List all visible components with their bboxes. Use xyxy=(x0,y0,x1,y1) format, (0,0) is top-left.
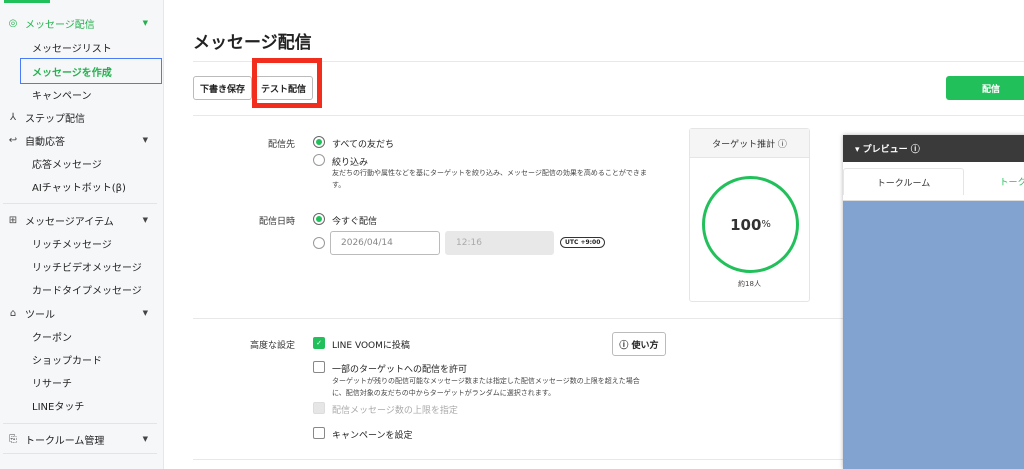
sidebar-item-reply-message[interactable]: 応答メッセージ xyxy=(0,152,162,174)
sidebar-item-step[interactable]: ⅄ ステップ配信 xyxy=(0,106,162,128)
label: リサーチ xyxy=(32,378,72,390)
reply-icon: ↩ xyxy=(8,134,18,146)
advanced-label: 高度な設定 xyxy=(249,341,295,351)
label: リッチメッセージ xyxy=(32,239,112,251)
label: クーポン xyxy=(32,332,72,344)
label: メッセージリスト xyxy=(32,43,112,55)
label: メッセージを作成 xyxy=(32,67,112,79)
label: カードタイプメッセージ xyxy=(32,285,142,297)
date-input[interactable]: 2026/04/14 xyxy=(330,231,440,255)
sidebar-item-rich-video[interactable]: リッチビデオメッセージ xyxy=(0,255,162,277)
preview-panel: ▾ プレビュー ⓘ トークルーム トーク xyxy=(843,135,1024,469)
chevron-down-icon: ▼ xyxy=(142,136,148,144)
sidebar-item-card-type[interactable]: カードタイプメッセージ xyxy=(0,278,162,300)
highlight-box xyxy=(252,58,322,108)
store-icon: ⌂ xyxy=(9,307,17,319)
sidebar-item-line-touch[interactable]: LINEタッチ xyxy=(0,394,162,416)
chevron-down-icon: ▼ xyxy=(142,309,148,317)
label: ツール xyxy=(25,309,55,321)
step-icon: ⅄ xyxy=(9,111,17,123)
label: AIチャットボット(β) xyxy=(32,182,126,194)
label: 自動応答 xyxy=(25,136,65,148)
partial-delivery-desc-cont: に、配信対象の友だちの中からターゲットがランダムに選択されます。 xyxy=(332,389,556,397)
sidebar-item-message-broadcast[interactable]: ◎ メッセージ配信 ▼ xyxy=(0,12,162,34)
label: ステップ配信 xyxy=(25,113,85,125)
label: メッセージアイテム xyxy=(25,216,114,228)
sidebar-item-rich-message[interactable]: リッチメッセージ xyxy=(0,232,162,254)
filter-description: 友だちの行動や属性などを基にターゲットを絞り込み、メッセージ配信の効果を高めるこ… xyxy=(332,169,647,177)
sidebar-item-auto-reply[interactable]: ↩ 自動応答 ▼ xyxy=(0,129,162,151)
label: メッセージ配信 xyxy=(25,19,95,31)
howto-button[interactable]: ⓘ 使い方 xyxy=(612,332,666,356)
sidebar: ◎ メッセージ配信 ▼ メッセージリスト メッセージを作成 キャンペーン ⅄ ステップ… xyxy=(0,0,164,469)
sidebar-item-create-message[interactable]: メッセージを作成 xyxy=(20,58,162,84)
chevron-down-icon: ▼ xyxy=(142,435,148,443)
active-indicator xyxy=(4,0,50,3)
target-count: 約18人 xyxy=(738,280,761,288)
divider xyxy=(193,318,843,319)
sidebar-item-research[interactable]: リサーチ xyxy=(0,371,162,393)
preview-tabs: トークルーム トーク xyxy=(843,162,1024,201)
tab-talk-list[interactable]: トーク xyxy=(973,168,1024,195)
sidebar-item-message-list[interactable]: メッセージリスト xyxy=(0,36,162,58)
sidebar-item-ai-chatbot[interactable]: AIチャットボット(β) xyxy=(0,175,162,197)
target-percent: 100 xyxy=(730,215,762,234)
partial-delivery-checkbox[interactable] xyxy=(313,361,325,373)
divider xyxy=(3,423,157,424)
target-estimate-card: ターゲット推計 ⓘ 100% 約18人 xyxy=(689,128,810,302)
sidebar-item-message-items[interactable]: ⊞ メッセージアイテム ▼ xyxy=(0,209,162,231)
limit-checkbox[interactable] xyxy=(313,402,325,414)
recipient-label: 配信先 xyxy=(267,140,295,150)
chevron-down-icon: ▼ xyxy=(142,19,148,27)
main-content: メッセージ配信 下書き保存 テスト配信 配信 配信先 すべての友だち 絞り込み … xyxy=(165,0,1024,469)
save-draft-button[interactable]: 下書き保存 xyxy=(193,76,252,100)
label: リッチビデオメッセージ xyxy=(32,262,142,274)
radio-scheduled[interactable] xyxy=(313,237,325,249)
broadcast-icon: ◎ xyxy=(8,17,18,29)
radio-filter[interactable] xyxy=(313,154,325,166)
filter-label: 絞り込み xyxy=(332,158,369,168)
sidebar-item-tools[interactable]: ⌂ ツール ▼ xyxy=(0,302,162,324)
label: ショップカード xyxy=(32,355,102,367)
sidebar-item-campaign[interactable]: キャンペーン xyxy=(0,83,162,105)
divider xyxy=(3,203,157,204)
voom-checkbox[interactable]: ✓ xyxy=(313,337,325,349)
page-title: メッセージ配信 xyxy=(193,33,312,53)
target-estimate-title: ターゲット推計 ⓘ xyxy=(690,129,809,158)
divider xyxy=(3,453,157,454)
partial-delivery-label: 一部のターゲットへの配信を許可 xyxy=(332,365,468,375)
preview-header[interactable]: ▾ プレビュー ⓘ xyxy=(843,135,1024,162)
chat-room-icon: ⎘ xyxy=(9,433,17,445)
schedule-label: 配信日時 xyxy=(258,217,295,227)
limit-label: 配信メッセージ数の上限を指定 xyxy=(332,406,458,416)
message-item-icon: ⊞ xyxy=(8,214,18,226)
label: LINEタッチ xyxy=(32,401,85,413)
target-ring: 100% xyxy=(702,176,799,273)
target-unit: % xyxy=(761,219,771,230)
voom-label: LINE VOOMに投稿 xyxy=(332,341,410,351)
sidebar-item-shop-card[interactable]: ショップカード xyxy=(0,348,162,370)
sidebar-item-chat-room[interactable]: ⎘ トークルーム管理 ▼ xyxy=(0,428,162,450)
radio-send-now[interactable] xyxy=(313,213,325,225)
timezone-badge: UTC +9:00 xyxy=(560,237,606,248)
send-now-label: 今すぐ配信 xyxy=(332,217,378,227)
chevron-down-icon: ▼ xyxy=(142,216,148,224)
sidebar-item-coupon[interactable]: クーポン xyxy=(0,325,162,347)
divider xyxy=(193,459,843,460)
time-input[interactable]: 12:16 xyxy=(445,231,554,255)
label: 応答メッセージ xyxy=(32,159,102,171)
campaign-checkbox[interactable] xyxy=(313,427,325,439)
tab-talk-room[interactable]: トークルーム xyxy=(843,168,964,195)
label: トークルーム管理 xyxy=(25,435,105,447)
label: キャンペーン xyxy=(32,90,92,102)
all-friends-label: すべての友だち xyxy=(332,140,395,150)
filter-description-cont: す。 xyxy=(332,181,346,189)
divider xyxy=(193,115,1024,116)
radio-all-friends[interactable] xyxy=(313,136,325,148)
partial-delivery-desc: ターゲットが残りの配信可能なメッセージ数または指定した配信メッセージ数の上限を超… xyxy=(332,377,640,385)
send-button[interactable]: 配信 xyxy=(946,76,1024,100)
campaign-label: キャンペーンを設定 xyxy=(332,431,413,441)
